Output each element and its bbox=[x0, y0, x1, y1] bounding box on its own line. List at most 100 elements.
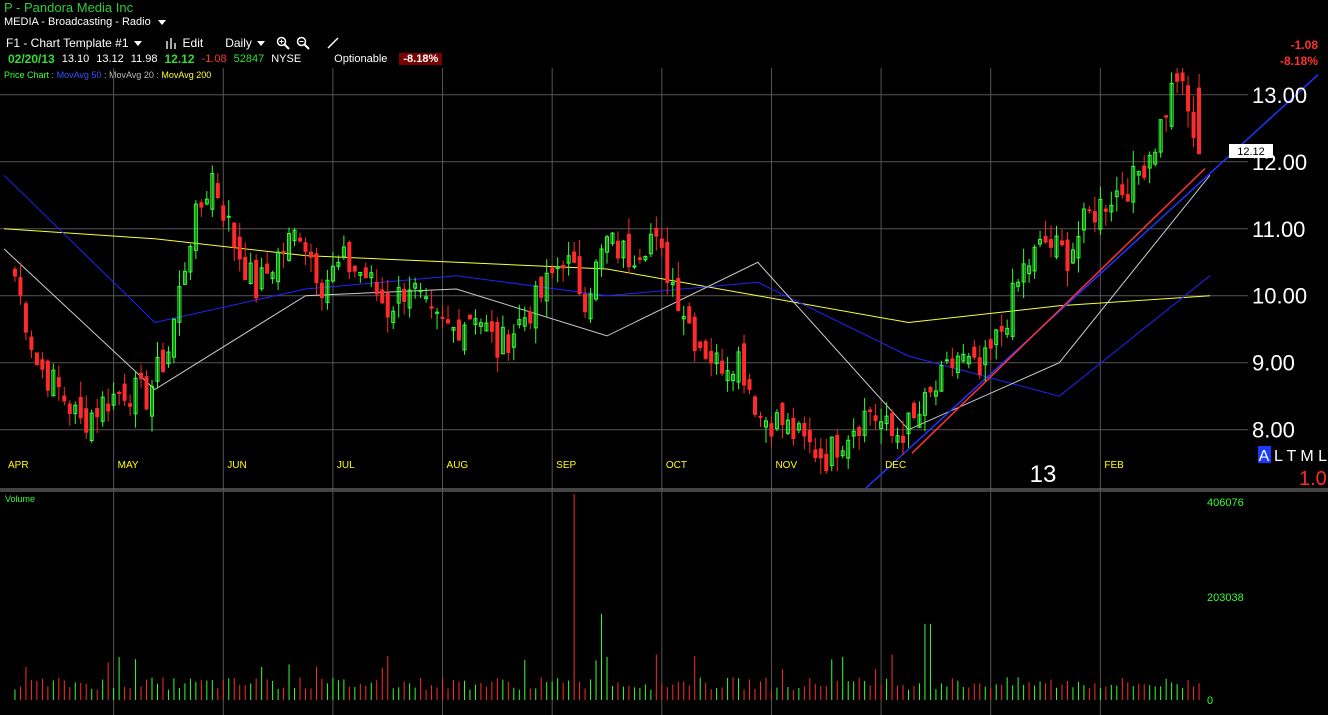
template-dropdown[interactable]: F1 - Chart Template #1 bbox=[0, 36, 147, 50]
candle-body bbox=[687, 306, 692, 324]
trendline-red[interactable] bbox=[911, 167, 1206, 454]
candle-body bbox=[944, 359, 949, 362]
zoom-in-icon bbox=[276, 36, 290, 50]
candle-body bbox=[308, 251, 313, 258]
quote-exchange: NYSE bbox=[271, 53, 302, 65]
candle-body bbox=[901, 435, 906, 443]
candle-body bbox=[402, 288, 407, 302]
candle-body bbox=[703, 340, 708, 359]
candle-body bbox=[539, 276, 544, 298]
candle-body bbox=[467, 314, 472, 320]
template-label: F1 - Chart Template #1 bbox=[6, 36, 129, 50]
volume-bars bbox=[14, 494, 1200, 700]
candle-body bbox=[528, 311, 533, 324]
candle-body bbox=[363, 267, 368, 279]
candle-body bbox=[40, 359, 45, 370]
sector-dropdown[interactable]: MEDIA - Broadcasting - Radio bbox=[4, 16, 167, 28]
candle-body bbox=[34, 352, 39, 366]
trend-lines[interactable] bbox=[865, 74, 1319, 489]
candle-body bbox=[780, 402, 785, 426]
candle-body bbox=[561, 264, 566, 269]
draw-line-icon bbox=[327, 37, 339, 49]
candle-body bbox=[117, 391, 122, 394]
candle-body bbox=[429, 306, 434, 309]
candle-body bbox=[128, 403, 133, 407]
month-label: DEC bbox=[885, 460, 906, 471]
month-label: SEP bbox=[556, 460, 576, 471]
candle-body bbox=[988, 339, 993, 349]
dropdown-arrow-icon bbox=[133, 41, 142, 46]
candle-body bbox=[456, 319, 461, 341]
candle-body bbox=[1191, 111, 1196, 138]
candle-body bbox=[654, 227, 659, 237]
candle-body bbox=[747, 379, 752, 390]
candle-body bbox=[506, 334, 511, 353]
period-dropdown[interactable]: Daily bbox=[221, 36, 270, 50]
volume-chart[interactable]: Volume 406076 203038 0 bbox=[0, 490, 1328, 715]
candle-body bbox=[1164, 115, 1169, 118]
candle-body bbox=[802, 422, 807, 437]
candle-body bbox=[637, 257, 642, 261]
candle-body bbox=[446, 319, 451, 324]
candle-body bbox=[12, 268, 17, 277]
candle-body bbox=[1103, 208, 1108, 212]
window-title: P - Pandora Media Inc bbox=[4, 0, 134, 15]
candle-body bbox=[62, 395, 67, 402]
y-tick-label: 13.00 bbox=[1252, 83, 1307, 108]
candle-body bbox=[1120, 184, 1125, 196]
candlesticks bbox=[12, 68, 1202, 475]
quote-volume: 52847 bbox=[233, 53, 265, 65]
month-axis: APR MAY JUN JUL AUG SEP OCT NOV DEC FEB bbox=[8, 460, 1124, 471]
candle-body bbox=[314, 253, 319, 284]
month-label: FEB bbox=[1104, 460, 1124, 471]
candle-body bbox=[824, 453, 829, 472]
candle-body bbox=[160, 349, 165, 372]
zoom-out-icon bbox=[296, 36, 310, 50]
month-label: NOV bbox=[775, 460, 797, 471]
candle-body bbox=[665, 241, 670, 283]
corner-tag-a: A bbox=[1259, 448, 1270, 465]
candle-body bbox=[550, 267, 555, 274]
candle-body bbox=[243, 256, 248, 281]
quote-high: 13.12 bbox=[96, 53, 124, 65]
candle-body bbox=[106, 403, 111, 412]
zoom-out-button[interactable] bbox=[296, 36, 310, 50]
candle-body bbox=[29, 336, 34, 351]
volume-tick: 406076 bbox=[1207, 497, 1244, 509]
trendline-blue[interactable] bbox=[865, 74, 1319, 489]
edit-button[interactable]: Edit bbox=[161, 36, 208, 50]
quote-low: 11.98 bbox=[130, 53, 158, 65]
candle-body bbox=[237, 236, 242, 260]
candle-body bbox=[489, 321, 494, 332]
volume-label: Volume bbox=[5, 494, 35, 504]
optionable-label: Optionable bbox=[334, 53, 388, 65]
candle-body bbox=[265, 263, 270, 274]
candle-body bbox=[807, 430, 812, 443]
candle-body bbox=[440, 316, 445, 319]
candle-body bbox=[1175, 73, 1180, 82]
last-price-tag: 12.12 bbox=[1229, 144, 1273, 158]
candle-body bbox=[1125, 194, 1130, 202]
candle-body bbox=[281, 250, 286, 253]
candle-body bbox=[692, 316, 697, 352]
pct-change-badge: -8.18% bbox=[399, 53, 443, 65]
candle-body bbox=[221, 205, 226, 221]
candle-body bbox=[303, 242, 308, 252]
candle-body bbox=[791, 417, 796, 439]
year-marker: 13 bbox=[1030, 461, 1057, 488]
candle-body bbox=[572, 251, 577, 263]
price-chart[interactable]: 8.009.0010.0011.0012.0013.00 APR MAY JUN JU… bbox=[0, 68, 1328, 490]
zoom-in-button[interactable] bbox=[276, 36, 290, 50]
month-label: JUL bbox=[337, 460, 355, 471]
corner-tag-rest: L T M L bbox=[1274, 448, 1327, 465]
candle-body bbox=[380, 289, 385, 304]
draw-line-button[interactable] bbox=[326, 36, 340, 50]
candle-body bbox=[215, 183, 220, 199]
candle-body bbox=[67, 403, 72, 414]
candle-body bbox=[890, 413, 895, 436]
bar-chart-icon bbox=[165, 38, 176, 49]
candle-body bbox=[144, 376, 149, 410]
candle-body bbox=[1059, 240, 1064, 246]
candle-body bbox=[95, 408, 100, 418]
candle-body bbox=[1197, 87, 1202, 155]
